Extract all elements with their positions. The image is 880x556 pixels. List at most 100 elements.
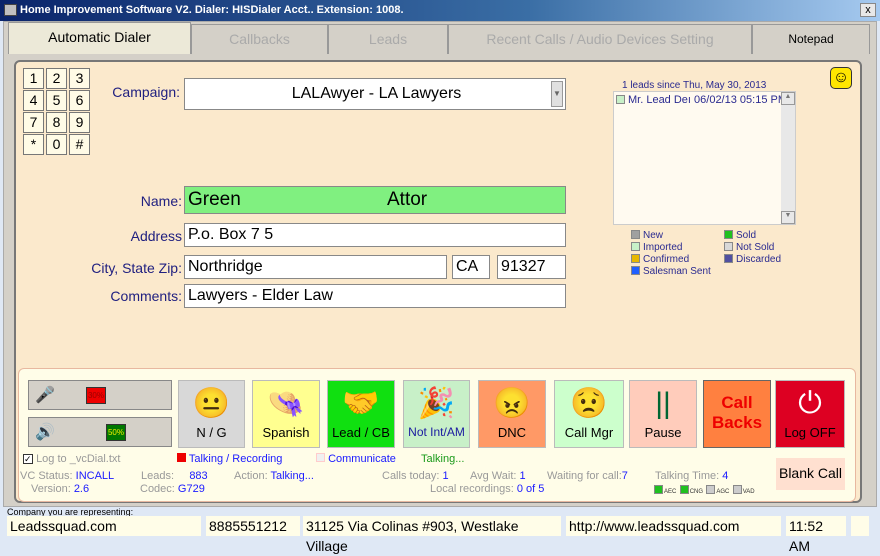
key-2[interactable]: 2 — [46, 68, 67, 89]
key-hash[interactable]: # — [69, 134, 90, 155]
key-6[interactable]: 6 — [69, 90, 90, 111]
pause-icon: || — [655, 387, 671, 420]
lead-text: Mr. Lead Deı 06/02/13 05:15 PM — [628, 94, 787, 106]
key-9[interactable]: 9 — [69, 112, 90, 133]
talking-recording-indicator: Talking / Recording — [177, 453, 282, 465]
comments-field[interactable]: Lawyers - Elder Law — [184, 284, 566, 308]
close-button[interactable]: x — [860, 3, 876, 17]
legend-new: New — [631, 230, 724, 241]
face-icon: 😐 — [192, 387, 231, 420]
waiting-for-call: Waiting for call:7 — [547, 470, 628, 482]
speaker-volume-slider[interactable]: 🔊 50% — [28, 417, 172, 447]
campaign-value: LALAwyer - LA Lawyers — [291, 85, 462, 102]
blank-call-button[interactable]: Blank Call — [776, 458, 845, 490]
mic-volume-slider[interactable]: 🎤 30% — [28, 380, 172, 410]
app-icon[interactable] — [4, 4, 17, 16]
zip-field[interactable]: 91327 — [497, 255, 566, 279]
key-1[interactable]: 1 — [23, 68, 44, 89]
address-label: Address — [130, 228, 182, 244]
key-7[interactable]: 7 — [23, 112, 44, 133]
local-recordings: Local recordings: 0 of 5 — [430, 483, 545, 495]
last-name: Attor — [387, 189, 428, 210]
codec: Codec: G729 — [140, 483, 205, 495]
talking-status: Talking... — [421, 453, 465, 465]
company-name: Leadssquad.com — [7, 516, 201, 536]
key-0[interactable]: 0 — [46, 134, 67, 155]
recording-dot — [177, 453, 186, 462]
log-checkbox-row: ✓ Log to _vcDial.txt — [23, 453, 120, 465]
audio-indicators: AEC CNG AGC VAD — [654, 485, 755, 495]
title-bar: Home Improvement Software V2. Dialer: HI… — [0, 0, 880, 21]
log-checkbox[interactable]: ✓ — [23, 454, 33, 464]
communicate-indicator: Communicate — [316, 453, 396, 465]
city-field[interactable]: Northridge — [184, 255, 447, 279]
pause-button[interactable]: || Pause — [629, 380, 697, 448]
tab-recent-calls[interactable]: Recent Calls / Audio Devices Setting — [448, 24, 752, 54]
company-phone: 8885551212 — [206, 516, 300, 536]
log-off-button[interactable]: ⏻ Log OFF — [775, 380, 845, 448]
company-address: 31125 Via Colinas #903, Westlake Village — [303, 516, 561, 554]
company-url[interactable]: http://www.leadssquad.com — [566, 516, 781, 536]
leads-list[interactable]: Mr. Lead Deı 06/02/13 05:15 PM ▲ ▼ — [613, 91, 796, 225]
keypad: 123 456 789 * 0 # — [23, 68, 91, 155]
legend-confirmed: Confirmed — [631, 254, 724, 265]
scroll-up-icon[interactable]: ▲ — [781, 92, 795, 105]
tab-leads[interactable]: Leads — [328, 24, 448, 54]
clock: 11:52 AM — [786, 516, 846, 554]
call-backs-button[interactable]: Call Backs — [703, 380, 771, 448]
angry-face-icon: 😠 — [493, 387, 531, 420]
chevron-down-icon[interactable]: ▼ — [551, 81, 563, 107]
sombrero-icon: 👒 — [267, 387, 305, 420]
smiley-icon[interactable]: ☺ — [830, 67, 852, 89]
worried-face-icon: 😟 — [570, 387, 608, 420]
avg-wait: Avg Wait: 1 — [470, 470, 526, 482]
first-name: Green — [188, 189, 241, 210]
talking-time: Talking Time: 4 — [655, 470, 729, 482]
campaign-select[interactable]: LALAwyer - LA Lawyers ▼ — [184, 78, 566, 110]
log-label: Log to _vcDial.txt — [36, 453, 121, 465]
key-3[interactable]: 3 — [69, 68, 90, 89]
lead-cb-button[interactable]: 🤝 Lead / CB — [327, 380, 395, 448]
legend-imported: Imported — [631, 242, 724, 253]
tab-callbacks[interactable]: Callbacks — [191, 24, 328, 54]
status-extra — [851, 516, 869, 536]
legend-salesman-sent: Salesman Sent — [631, 266, 724, 277]
tab-automatic-dialer[interactable]: Automatic Dialer — [8, 22, 191, 54]
ng-button[interactable]: 😐 N / G — [178, 380, 245, 448]
legend-not-sold: Not Sold — [724, 242, 804, 253]
speaker-slider-thumb[interactable]: 50% — [106, 424, 126, 441]
action: Action: Talking... — [234, 470, 314, 482]
tab-notepad[interactable]: Notepad — [752, 24, 870, 54]
handshake-icon: 🤝 — [342, 387, 380, 420]
campaign-label: Campaign: — [112, 84, 180, 100]
window-title: Home Improvement Software V2. Dialer: HI… — [20, 4, 404, 16]
version: Version: 2.6 — [31, 483, 90, 495]
call-mgr-button[interactable]: 😟 Call Mgr — [554, 380, 624, 448]
comments-label: Comments: — [110, 288, 182, 304]
scrollbar[interactable]: ▲ ▼ — [781, 92, 795, 224]
city-state-zip-label: City, State Zip: — [91, 260, 182, 276]
dnc-button[interactable]: 😠 DNC — [478, 380, 546, 448]
power-icon: ⏻ — [798, 387, 822, 420]
status-swatch — [616, 95, 625, 104]
list-item[interactable]: Mr. Lead Deı 06/02/13 05:15 PM — [614, 92, 795, 108]
party-icon: 🎉 — [417, 387, 456, 420]
not-int-am-button[interactable]: 🎉 Not Int/AM — [403, 380, 470, 448]
name-field[interactable]: Green Attor — [184, 186, 566, 214]
microphone-icon: 🎤 — [35, 387, 55, 404]
address-field[interactable]: P.o. Box 7 5 — [184, 223, 566, 247]
vc-status: VC Status: INCALL — [20, 470, 115, 482]
key-5[interactable]: 5 — [46, 90, 67, 111]
scroll-down-icon[interactable]: ▼ — [781, 211, 795, 224]
mic-slider-thumb[interactable]: 30% — [86, 387, 106, 404]
leads-header: 1 leads since Thu, May 30, 2013 — [622, 80, 767, 91]
state-field[interactable]: CA — [452, 255, 490, 279]
key-4[interactable]: 4 — [23, 90, 44, 111]
calls-today: Calls today: 1 — [382, 470, 449, 482]
key-star[interactable]: * — [23, 134, 44, 155]
speaker-icon: 🔊 — [35, 424, 55, 441]
spanish-button[interactable]: 👒 Spanish — [252, 380, 320, 448]
status-legend: New Sold Imported Not Sold Confirmed Dis… — [631, 230, 804, 277]
leads-count: Leads: 883 — [141, 470, 208, 482]
key-8[interactable]: 8 — [46, 112, 67, 133]
